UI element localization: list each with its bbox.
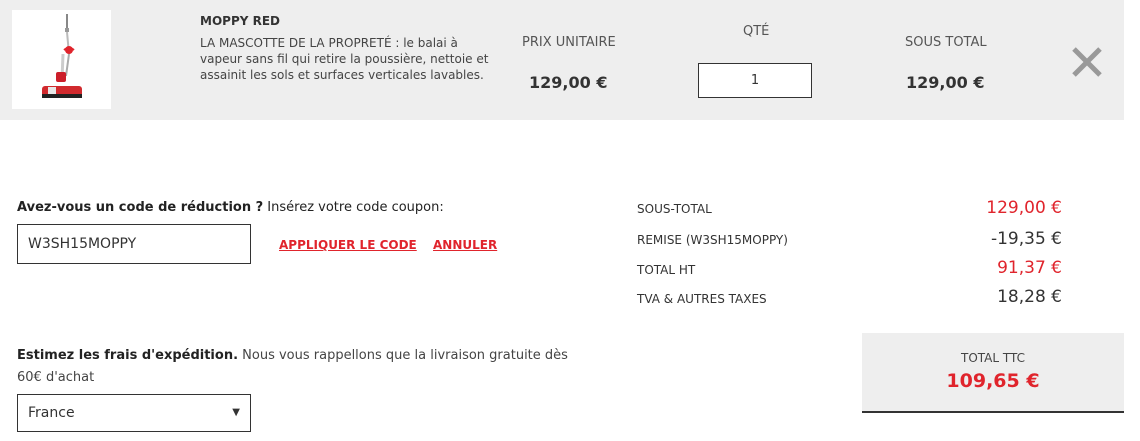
subtotal-value: 129,00 € xyxy=(906,73,985,92)
quantity-header: QTÉ xyxy=(743,24,770,39)
quantity-input[interactable] xyxy=(698,63,812,98)
unit-price-header: PRIX UNITAIRE xyxy=(522,35,616,50)
subtotal-label: SOUS-TOTAL xyxy=(637,202,712,216)
steam-mop-product-image[interactable] xyxy=(12,10,111,109)
shipping-title-bold: Estimez les frais d'expédition. xyxy=(17,348,239,363)
discount-label: REMISE (W3SH15MOPPY) xyxy=(637,233,788,247)
tax-amount: 18,28 € xyxy=(997,287,1062,307)
remove-item-button[interactable] xyxy=(1070,45,1104,79)
cancel-coupon-link[interactable]: ANNULER xyxy=(433,238,497,252)
cart-item-row: MOPPY RED LA MASCOTTE DE LA PROPRETÉ : l… xyxy=(0,0,1124,120)
product-description: LA MASCOTTE DE LA PROPRETÉ : le balai à … xyxy=(200,36,489,82)
close-icon xyxy=(1072,47,1102,77)
product-name: MOPPY RED xyxy=(200,14,280,28)
coupon-title-bold: Avez-vous un code de réduction ? xyxy=(17,200,264,215)
coupon-code-input[interactable] xyxy=(17,224,251,264)
total-ttc-box: TOTAL TTC 109,65 € xyxy=(862,333,1124,413)
apply-coupon-link[interactable]: APPLIQUER LE CODE xyxy=(279,238,417,252)
subtotal-header: SOUS TOTAL xyxy=(905,35,987,50)
tax-label: TVA & AUTRES TAXES xyxy=(637,292,767,306)
coupon-title: Avez-vous un code de réduction ? Insérez… xyxy=(17,200,444,215)
country-select-value: France xyxy=(28,405,75,421)
shipping-estimate-text: Estimez les frais d'expédition. Nous vou… xyxy=(17,345,577,389)
caret-down-icon: ▼ xyxy=(232,407,240,418)
subtotal-amount: 129,00 € xyxy=(986,198,1062,218)
total-ttc-amount: 109,65 € xyxy=(946,370,1040,392)
country-select[interactable]: France ▼ xyxy=(17,394,251,432)
coupon-title-rest: Insérez votre code coupon: xyxy=(263,200,444,215)
total-ht-label: TOTAL HT xyxy=(637,263,696,277)
discount-amount: -19,35 € xyxy=(990,229,1062,249)
total-ttc-label: TOTAL TTC xyxy=(960,351,1025,365)
total-ht-amount: 91,37 € xyxy=(997,258,1062,278)
steam-mop-icon xyxy=(42,14,82,98)
unit-price-value: 129,00 € xyxy=(529,73,608,92)
